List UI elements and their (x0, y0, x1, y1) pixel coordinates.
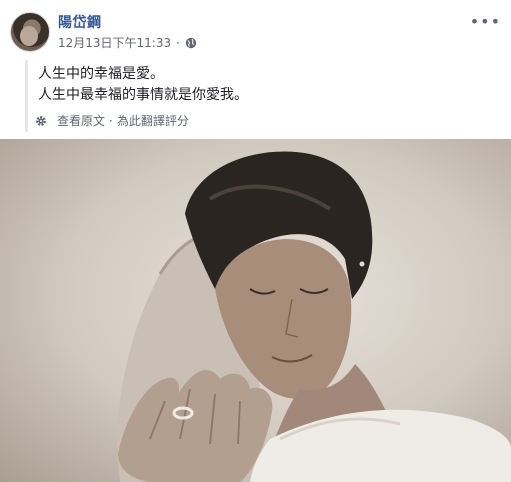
post-text-line-1: 人生中的幸福是愛。 (38, 66, 164, 82)
post-text-block: 人生中的幸福是愛。 人生中最幸福的事情就是你愛我。 查看原文 · 為此翻譯評分 (25, 60, 498, 132)
post-meta: 12月13日下午11:33 · (58, 34, 197, 51)
translation-bar: 查看原文 · 為此翻譯評分 (35, 112, 189, 129)
avatar[interactable] (10, 12, 50, 52)
rate-translation-link[interactable]: 為此翻譯評分 (117, 112, 189, 129)
post-timestamp[interactable]: 12月13日下午11:33 (58, 34, 171, 51)
gear-icon[interactable] (35, 115, 47, 127)
post-card: 陽岱鋼 12月13日下午11:33 · ••• 人生中的幸福是愛。 人生中最幸福… (0, 0, 511, 482)
globe-icon[interactable] (185, 37, 197, 49)
meta-separator: · (176, 35, 180, 50)
post-photo[interactable] (0, 139, 511, 482)
more-icon[interactable]: ••• (470, 14, 501, 30)
author-name[interactable]: 陽岱鋼 (58, 12, 102, 32)
photo-illustration (117, 151, 511, 482)
see-original-link[interactable]: 查看原文 (57, 112, 105, 129)
translation-separator: · (109, 113, 113, 128)
post-text-line-2: 人生中最幸福的事情就是你愛我。 (38, 87, 248, 103)
